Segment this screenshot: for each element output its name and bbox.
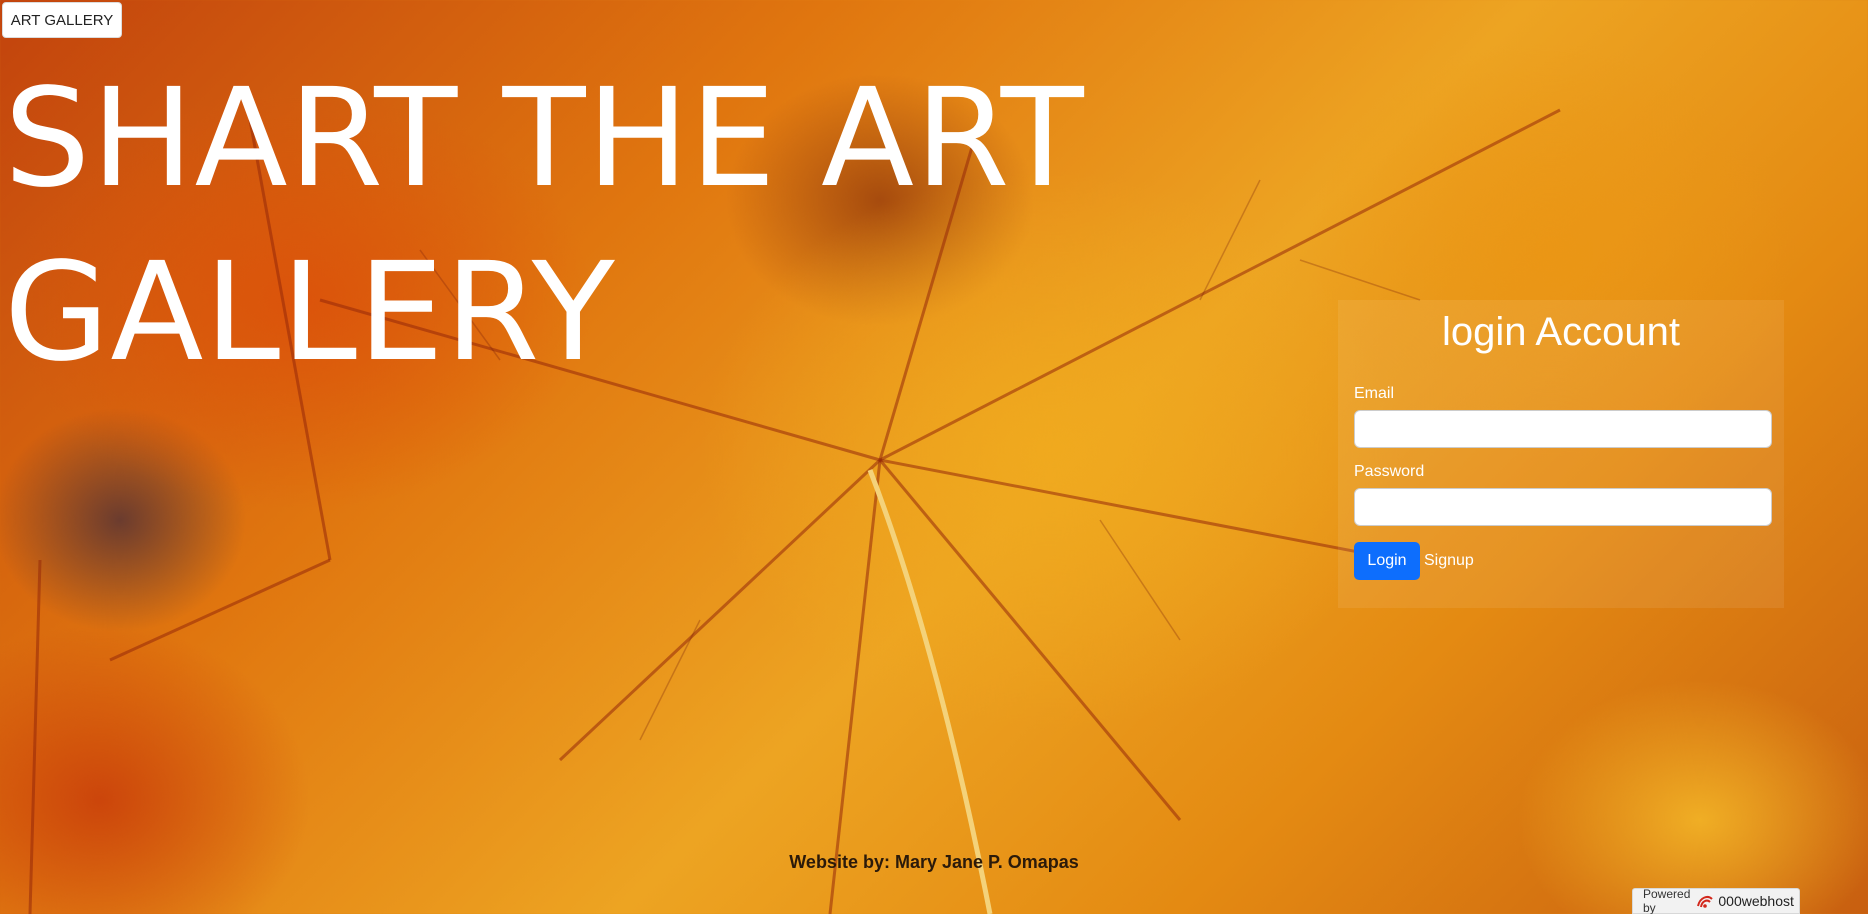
password-field[interactable] bbox=[1354, 488, 1772, 526]
art-gallery-nav-button[interactable]: ART GALLERY bbox=[2, 2, 122, 38]
powered-by-badge[interactable]: Powered by 000webhost bbox=[1632, 887, 1800, 914]
powered-by-text: Powered by bbox=[1643, 887, 1691, 914]
login-title: login Account bbox=[1442, 310, 1680, 354]
email-field[interactable] bbox=[1354, 410, 1772, 448]
hero-title: SHART THE ART GALLERY bbox=[4, 60, 1085, 392]
login-panel: login Account Email Password Login Signu… bbox=[1338, 300, 1784, 608]
login-actions: Login Signup bbox=[1354, 542, 1768, 580]
login-button[interactable]: Login bbox=[1354, 542, 1420, 580]
password-label: Password bbox=[1354, 463, 1425, 480]
host-name: 000webhost bbox=[1718, 893, 1794, 909]
email-label: Email bbox=[1354, 385, 1395, 402]
footer-credit: Website by: Mary Jane P. Omapas bbox=[789, 852, 1079, 872]
000webhost-logo-icon bbox=[1696, 893, 1714, 909]
signup-link[interactable]: Signup bbox=[1424, 552, 1474, 570]
